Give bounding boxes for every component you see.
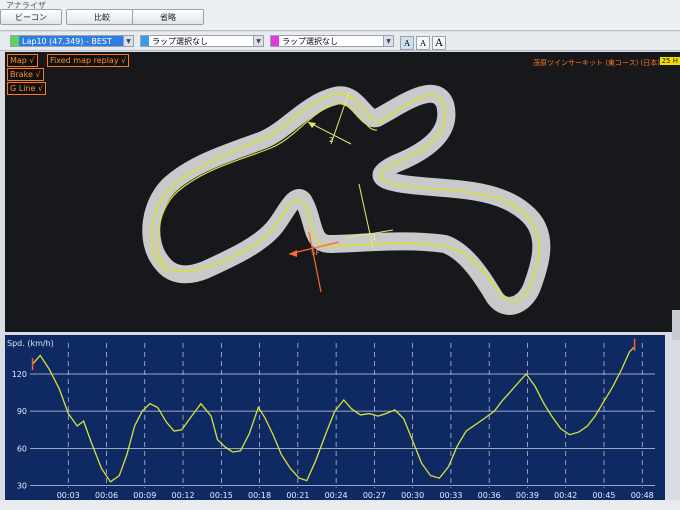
x-tick-label: 00:09: [133, 491, 156, 500]
x-tick-label: 00:06: [95, 491, 118, 500]
y-tick-label: 60: [17, 444, 27, 453]
speed-chart[interactable]: 120 90 60 30 00:03 00:06 00:09 00:12 00:15 00:18 0…: [5, 335, 665, 500]
tab-compare[interactable]: 比較: [66, 9, 138, 25]
font-small-button[interactable]: A: [400, 36, 414, 50]
x-tick-label: 00:21: [286, 491, 309, 500]
y-tick-label: 90: [17, 407, 27, 416]
lap-select-bar: Lap10 (47.349) - BEST ▼ ラップ選択なし ▼ ラップ選択な…: [0, 32, 680, 51]
tab-omit[interactable]: 省略: [132, 9, 204, 25]
x-tick-label: 00:03: [57, 491, 80, 500]
fixed-map-replay-toggle[interactable]: Fixed map replay √: [47, 54, 130, 67]
x-tick-label: 00:39: [516, 491, 539, 500]
x-tick-label: 00:33: [439, 491, 462, 500]
chevron-down-icon: ▼: [253, 36, 263, 46]
brake-toggle[interactable]: Brake √: [7, 68, 44, 81]
x-tick-label: 00:30: [401, 491, 424, 500]
chevron-down-icon: ▼: [123, 36, 133, 46]
status-strip: [0, 500, 680, 510]
font-large-button[interactable]: A: [432, 36, 446, 50]
lap-select-3[interactable]: ラップ選択なし ▼: [270, 35, 394, 47]
g-line-toggle[interactable]: G Line √: [7, 82, 47, 95]
sector-1-label: 1: [372, 234, 376, 242]
track-map-panel: 2 1 SF Map √ Fixed map replay √ Brake √ …: [5, 52, 680, 332]
lap-color-swatch: [271, 36, 279, 46]
arrow-icon: [289, 250, 297, 257]
track-map[interactable]: 2 1 SF: [5, 52, 680, 332]
x-tick-label: 00:36: [478, 491, 501, 500]
circuit-name: 茂原ツインサーキット (東コース) (日本): [532, 59, 660, 67]
x-tick-label: 00:42: [554, 491, 577, 500]
chevron-down-icon: ▼: [383, 36, 393, 46]
lap-color-swatch: [141, 36, 149, 46]
speed-series-line: [32, 346, 636, 483]
start-finish-label: SF: [311, 249, 319, 257]
x-tick-label: 00:15: [210, 491, 233, 500]
lap-select-2[interactable]: ラップ選択なし ▼: [140, 35, 264, 47]
y-tick-label: 120: [12, 370, 27, 379]
x-tick-label: 00:12: [172, 491, 195, 500]
sector-2-label: 2: [329, 136, 333, 144]
x-tick-label: 00:18: [248, 491, 271, 500]
lap-number-badge: 25 H: [659, 57, 680, 65]
track-outline: [142, 84, 551, 315]
x-tick-label: 00:27: [363, 491, 386, 500]
x-tick-label: 00:48: [631, 491, 654, 500]
x-tick-label: 00:45: [592, 491, 615, 500]
tab-beacon[interactable]: ビーコン: [0, 9, 62, 25]
x-tick-label: 00:24: [325, 491, 348, 500]
map-toggle-button[interactable]: Map √: [7, 54, 38, 67]
app-toolbar: アナライザ ビーコン 比較 省略: [0, 0, 680, 31]
lap-color-swatch: [11, 36, 19, 46]
speed-graph-panel: Spd. (km/h) 120 90 60 30 00:03 00:06 00:09 00:1…: [5, 335, 665, 500]
scroll-handle[interactable]: [672, 310, 680, 340]
lap-select-1[interactable]: Lap10 (47.349) - BEST ▼: [10, 35, 134, 47]
font-medium-button[interactable]: A: [416, 36, 430, 50]
y-tick-label: 30: [17, 482, 27, 491]
